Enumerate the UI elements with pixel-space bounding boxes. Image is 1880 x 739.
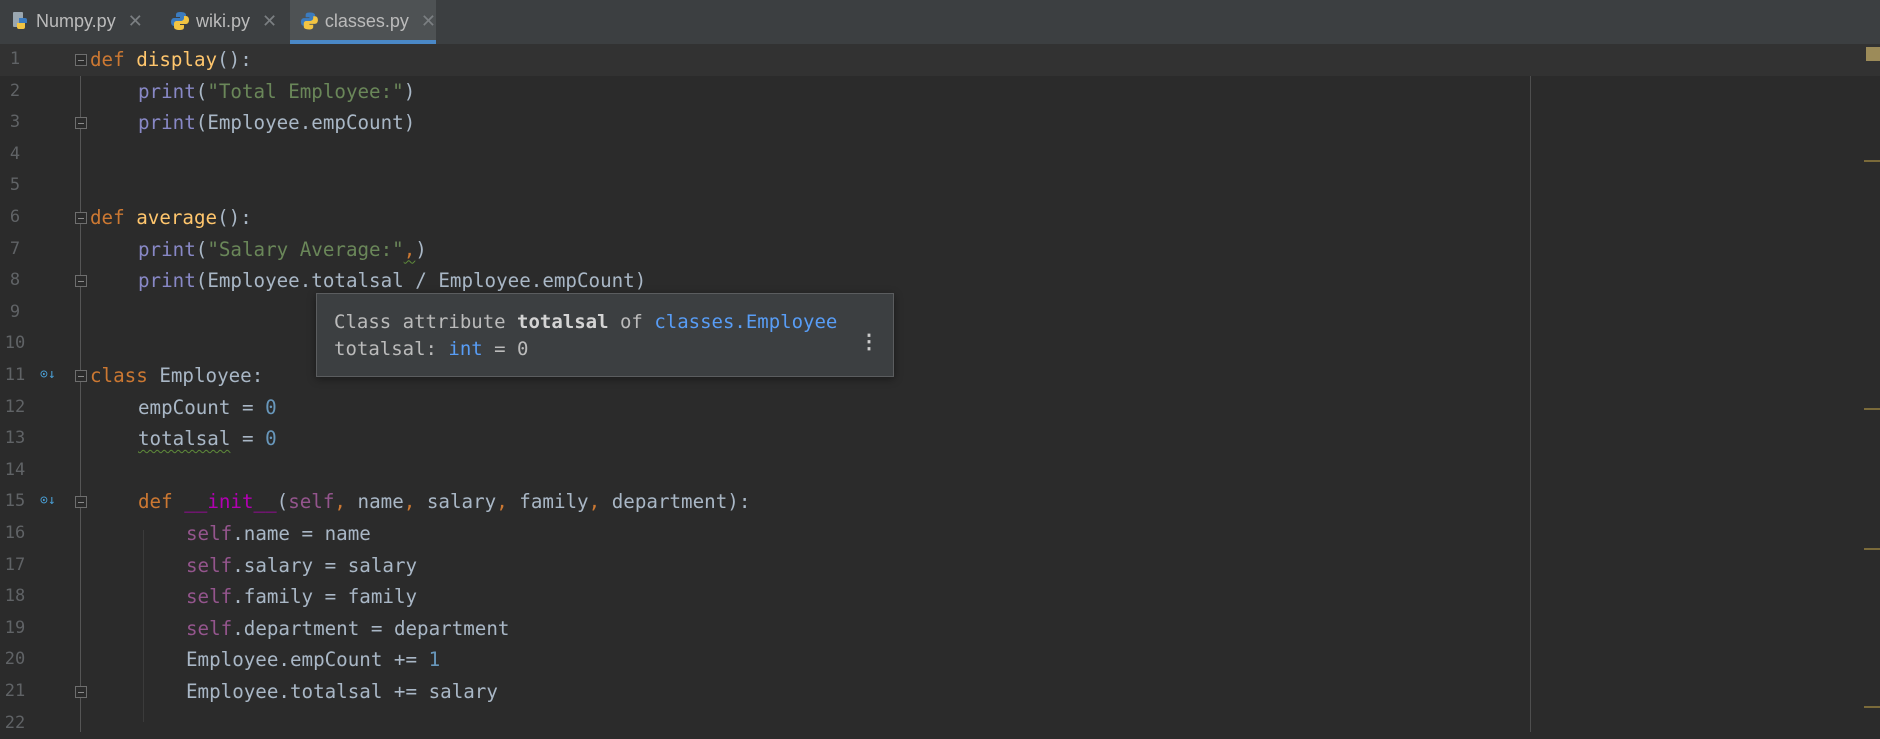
code-text: self.family = family: [186, 585, 418, 609]
line-number: 22: [4, 712, 26, 733]
code-line-20[interactable]: 20 Employee.empCount += 1: [0, 644, 1880, 676]
line-number: 3: [9, 112, 21, 133]
popup-signature: totalsal: int = 0: [334, 338, 529, 360]
code-text: def __init__(self, name, salary, family,…: [138, 490, 751, 514]
code-line-5[interactable]: 5: [0, 170, 1880, 202]
code-line-8[interactable]: 8 print(Employee.totalsal / Employee.emp…: [0, 265, 1880, 297]
line-number: 14: [4, 459, 26, 480]
line-number: 12: [4, 396, 26, 417]
python-file-icon: [13, 12, 27, 29]
code-line-21[interactable]: 21 Employee.totalsal += salary: [0, 676, 1880, 708]
code-line-14[interactable]: 14: [0, 455, 1880, 487]
tab-label: Numpy.py: [36, 10, 116, 31]
code-text: self.name = name: [186, 522, 371, 545]
line-number: 18: [4, 586, 26, 607]
line-number: 6: [9, 207, 21, 227]
code-text: def display():: [90, 48, 252, 71]
fold-icon[interactable]: [75, 496, 87, 508]
close-icon[interactable]: ✕: [128, 11, 143, 32]
code-line-3[interactable]: 3 print(Employee.empCount): [0, 107, 1880, 139]
python-file-icon: [171, 12, 189, 30]
code-line-11[interactable]: 11 class Employee:: [0, 360, 1880, 392]
line-number: 17: [4, 554, 26, 575]
line-number: 4: [9, 143, 21, 164]
code-line-18[interactable]: 18 self.family = family: [0, 581, 1880, 613]
line-number: 8: [9, 270, 21, 291]
line-number: 16: [4, 523, 26, 543]
line-number: 15: [4, 491, 26, 512]
code-editor[interactable]: 1 def display(): 2 print("Total Employee…: [0, 44, 1880, 733]
line-number: 7: [9, 238, 21, 259]
close-icon[interactable]: ✕: [421, 11, 436, 32]
code-line-6[interactable]: 6 def average():: [0, 202, 1880, 234]
code-line-15[interactable]: 15 def __init__(self, name, salary, fami…: [0, 486, 1880, 518]
override-icon[interactable]: ⊙↓: [40, 493, 56, 509]
fold-icon[interactable]: [75, 117, 87, 129]
fold-icon[interactable]: [75, 686, 87, 698]
code-line-9[interactable]: 9: [0, 297, 1880, 329]
line-number: 9: [9, 301, 21, 322]
line-number: 10: [4, 333, 26, 354]
override-icon[interactable]: ⊙↓: [40, 367, 56, 383]
code-line-19[interactable]: 19 self.department = department: [0, 613, 1880, 645]
python-file-icon: [300, 12, 318, 30]
fold-icon[interactable]: [75, 212, 87, 224]
type-link[interactable]: int: [448, 338, 482, 360]
code-line-2[interactable]: 2 print("Total Employee:"): [0, 76, 1880, 108]
code-text: print("Salary Average:",): [138, 237, 427, 261]
fold-icon[interactable]: [75, 275, 87, 287]
code-text: totalsal = 0: [138, 427, 277, 451]
tab-wiki[interactable]: wiki.py ✕: [160, 0, 278, 42]
line-number: 13: [4, 428, 26, 449]
code-text: self.department = department: [186, 616, 510, 640]
editor-scrollbar[interactable]: [1864, 44, 1880, 732]
code-text: print(Employee.empCount): [138, 111, 416, 135]
warning-marker[interactable]: [1864, 160, 1880, 162]
close-icon[interactable]: ✕: [262, 11, 277, 32]
class-link[interactable]: classes.Employee: [654, 311, 837, 333]
popup-description: Class attribute totalsal of classes.Empl…: [334, 311, 838, 333]
tab-label: classes.py: [324, 10, 409, 31]
code-text: print("Total Employee:"): [138, 79, 416, 103]
warning-marker[interactable]: [1864, 706, 1880, 708]
fold-icon[interactable]: [75, 370, 87, 382]
code-text: Employee.empCount += 1: [186, 648, 441, 672]
line-number: 19: [4, 617, 26, 638]
more-vertical-icon[interactable]: ⋮: [859, 331, 879, 351]
code-text: class Employee:: [90, 364, 264, 387]
code-line-22[interactable]: 22: [0, 708, 1880, 733]
line-number: 21: [4, 681, 26, 701]
code-line-16[interactable]: 16 self.name = name: [0, 518, 1880, 550]
code-line-13[interactable]: 13 totalsal = 0: [0, 423, 1880, 455]
line-number: 2: [9, 80, 21, 101]
tab-label: wiki.py: [196, 10, 251, 31]
code-text: empCount = 0: [138, 395, 277, 419]
line-number: 11: [4, 365, 26, 385]
line-number: 5: [9, 175, 21, 196]
editor-tab-bar: Numpy.py ✕ wiki.py ✕ classes.py ✕: [0, 0, 1880, 45]
fold-icon[interactable]: [75, 54, 87, 66]
code-line-12[interactable]: 12 empCount = 0: [0, 392, 1880, 424]
line-number: 20: [4, 649, 26, 670]
analysis-status-marker[interactable]: [1866, 47, 1880, 61]
code-text: self.salary = salary: [186, 553, 418, 577]
code-line-17[interactable]: 17 self.salary = salary: [0, 550, 1880, 582]
warning-marker[interactable]: [1864, 548, 1880, 550]
code-text: def average():: [90, 206, 252, 229]
tab-classes[interactable]: classes.py ✕: [290, 0, 436, 44]
code-line-1[interactable]: 1 def display():: [0, 44, 1880, 76]
warning-marker[interactable]: [1864, 408, 1880, 410]
code-line-4[interactable]: 4: [0, 139, 1880, 171]
line-number: 1: [9, 49, 21, 69]
quick-documentation-popup: Class attribute totalsal of classes.Empl…: [316, 293, 894, 377]
tab-numpy[interactable]: Numpy.py ✕: [0, 0, 145, 42]
code-line-7[interactable]: 7 print("Salary Average:",): [0, 234, 1880, 266]
code-text: Employee.totalsal += salary: [186, 680, 498, 703]
code-line-10[interactable]: 10: [0, 328, 1880, 360]
